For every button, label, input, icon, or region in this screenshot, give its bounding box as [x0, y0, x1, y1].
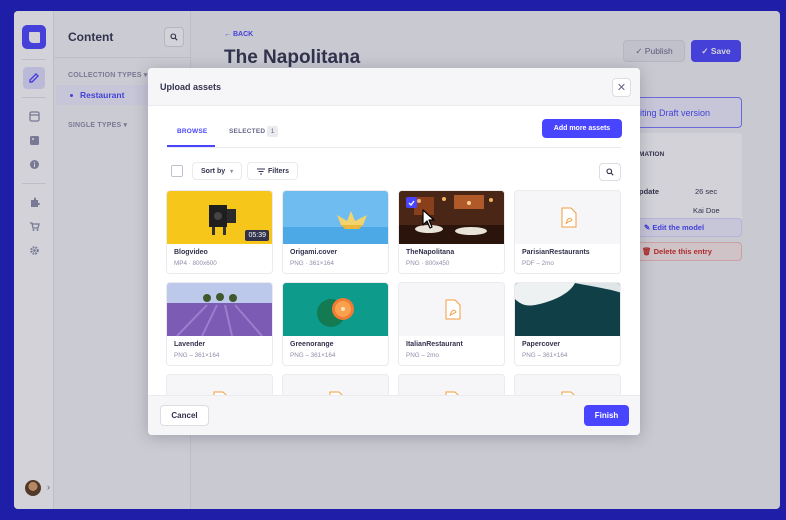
asset-thumbnail [515, 375, 620, 395]
asset-thumbnail [283, 283, 388, 336]
asset-thumbnail [399, 375, 504, 395]
selected-checkbox[interactable] [406, 197, 417, 208]
asset-thumbnail [515, 283, 620, 336]
asset-card[interactable] [398, 374, 505, 395]
select-all-checkbox[interactable] [171, 165, 183, 177]
finish-button[interactable]: Finish [584, 405, 629, 426]
upload-assets-modal: Upload assets ✕ BROWSE SELECTED 1 Add mo… [148, 68, 640, 435]
asset-meta: PNG – 2mo [406, 352, 439, 359]
assets-grid: 05:39 Blogvideo MP4 · 800x600 Origami.co… [166, 190, 622, 395]
asset-meta: PDF – 2mo [522, 260, 554, 267]
search-icon [606, 168, 614, 176]
asset-meta: PNG – 361×164 [522, 352, 568, 359]
asset-name: ParisianRestaurants [522, 249, 590, 256]
cancel-button[interactable]: Cancel [160, 405, 209, 426]
asset-meta: MP4 · 800x600 [174, 260, 217, 267]
modal-title: Upload assets [160, 82, 222, 92]
asset-thumbnail [283, 191, 388, 244]
asset-name: Origami.cover [290, 249, 338, 256]
pdf-file-icon [561, 207, 577, 228]
file-icon [329, 391, 343, 395]
asset-card-papercover[interactable]: Papercover PNG – 361×164 [514, 282, 621, 366]
modal-header: Upload assets ✕ [148, 68, 640, 106]
asset-card-blogvideo[interactable]: 05:39 Blogvideo MP4 · 800x600 [166, 190, 273, 274]
mouse-cursor-icon [422, 209, 435, 229]
asset-card-parisianrestaurants[interactable]: ParisianRestaurants PDF – 2mo [514, 190, 621, 274]
pdf-file-icon [445, 299, 461, 320]
check-icon [408, 200, 415, 206]
add-more-assets-button[interactable]: Add more assets [542, 119, 622, 138]
asset-name: TheNapolitana [406, 249, 455, 256]
tab-selected[interactable]: SELECTED [229, 128, 265, 135]
file-icon [445, 391, 459, 395]
asset-name: Blogvideo [174, 249, 208, 256]
asset-thumbnail [167, 375, 272, 395]
asset-name: Greenorange [290, 341, 334, 348]
asset-card[interactable] [514, 374, 621, 395]
filter-icon [257, 168, 265, 174]
modal-footer: Cancel Finish [148, 395, 640, 435]
asset-meta: PNG – 361×164 [174, 352, 220, 359]
tab-browse[interactable]: BROWSE [177, 128, 207, 135]
tabs-divider [167, 147, 621, 148]
asset-thumbnail [399, 283, 504, 336]
chevron-down-icon: ▾ [230, 168, 234, 175]
sort-by-button[interactable]: Sort by ▾ [192, 162, 242, 180]
asset-name: ItalianRestaurant [406, 341, 463, 348]
asset-card-italianrestaurant[interactable]: ItalianRestaurant PNG – 2mo [398, 282, 505, 366]
file-icon [213, 391, 227, 395]
asset-thumbnail [167, 283, 272, 336]
filters-button[interactable]: Filters [247, 162, 298, 180]
asset-card[interactable] [166, 374, 273, 395]
selected-count-badge: 1 [267, 126, 278, 137]
asset-card-thenapolitana[interactable]: TheNapolitana PNG · 800x450 [398, 190, 505, 274]
asset-name: Papercover [522, 341, 561, 348]
video-duration: 05:39 [245, 230, 269, 241]
assets-search-button[interactable] [599, 163, 621, 181]
asset-thumbnail [399, 191, 504, 244]
file-icon [561, 391, 575, 395]
asset-thumbnail [283, 375, 388, 395]
close-icon[interactable]: ✕ [612, 78, 631, 97]
asset-card-origami-cover[interactable]: Origami.cover PNG · 361×164 [282, 190, 389, 274]
asset-thumbnail [515, 191, 620, 244]
asset-name: Lavender [174, 341, 206, 348]
asset-card-lavender[interactable]: Lavender PNG – 361×164 [166, 282, 273, 366]
asset-meta: PNG · 800x450 [406, 260, 450, 267]
asset-meta: PNG – 361×164 [290, 352, 336, 359]
asset-meta: PNG · 361×164 [290, 260, 334, 267]
asset-card[interactable] [282, 374, 389, 395]
asset-thumbnail: 05:39 [167, 191, 272, 244]
asset-card-greenorange[interactable]: Greenorange PNG – 361×164 [282, 282, 389, 366]
